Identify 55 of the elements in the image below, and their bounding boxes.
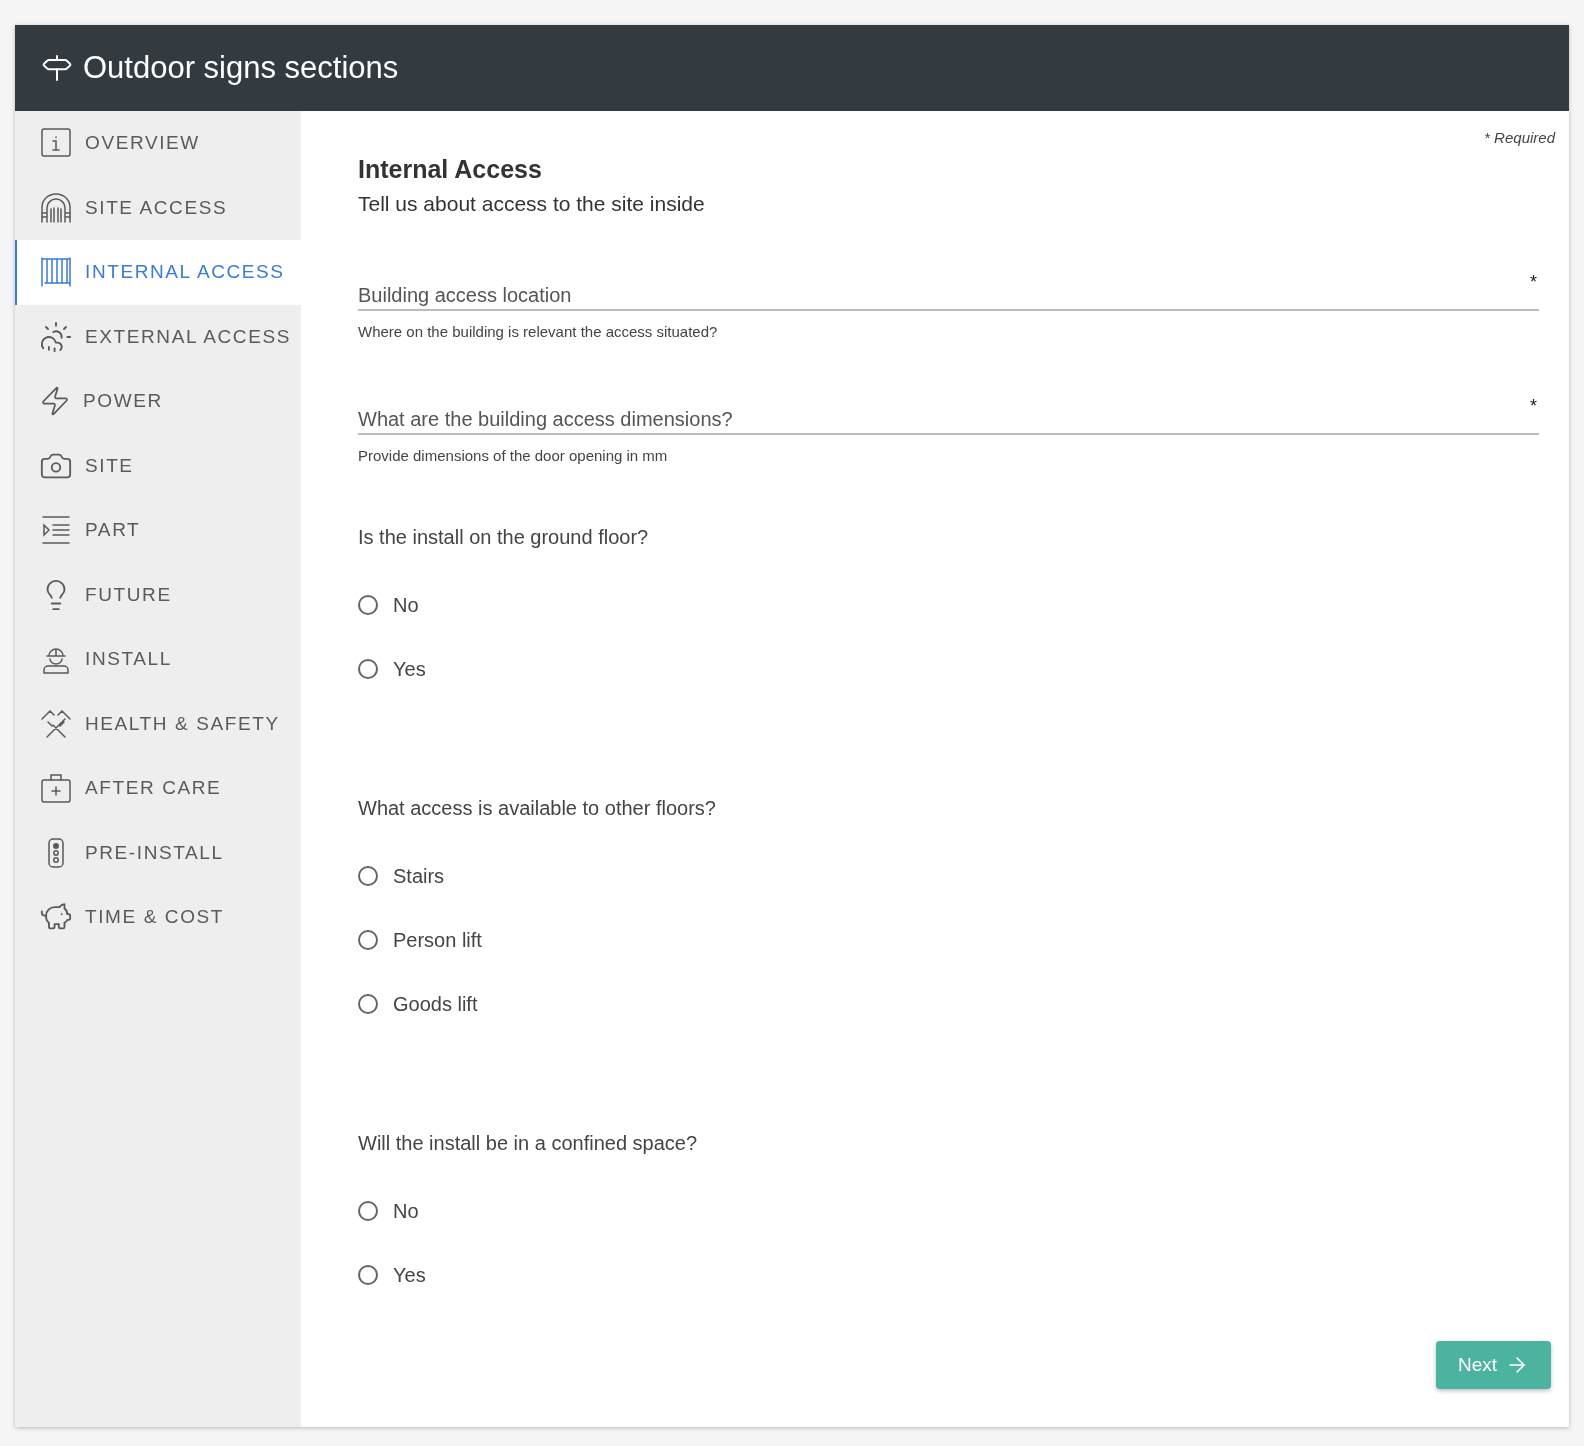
sidebar-item-label: INTERNAL ACCESS (85, 261, 285, 284)
radio-button[interactable] (358, 930, 378, 950)
sidebar-item[interactable]: OVERVIEW (15, 111, 301, 176)
question-label: Will the install be in a confined space? (358, 1132, 699, 1155)
sidebar-item-label: SITE ACCESS (85, 196, 228, 219)
header-title: Outdoor signs sections (83, 50, 399, 86)
sidebar-item-label: TIME & COST (85, 906, 224, 929)
sidebar-item[interactable]: TIME & COST (15, 885, 301, 950)
radio-label: Yes (393, 657, 426, 681)
field-hint: Provide dimensions of the door opening in mm (358, 447, 669, 464)
sidebar-item-label: OVERVIEW (85, 132, 200, 155)
sidebar-item[interactable]: EXTERNAL ACCESS (15, 304, 301, 369)
sidebar-item-label: FUTURE (85, 583, 172, 606)
radio-button[interactable] (358, 866, 378, 886)
sidebar-item[interactable]: SITE ACCESS (15, 175, 301, 240)
arch-icon (39, 190, 73, 225)
radio-button[interactable] (358, 659, 378, 679)
sidebar-item-label: HEALTH & SAFETY (85, 712, 280, 735)
section-title: Internal Access (358, 155, 543, 184)
sidebar-item[interactable]: PART (15, 498, 301, 563)
sidebar-item-label: PART (85, 519, 141, 542)
weather-icon (39, 319, 73, 354)
radio-label: Goods lift (393, 992, 478, 1016)
sidebar-item[interactable]: INSTALL (15, 627, 301, 692)
radiator-icon (39, 255, 73, 290)
radio-button[interactable] (358, 994, 378, 1014)
radio-button[interactable] (358, 1265, 378, 1285)
sidebar-item[interactable]: AFTER CARE (15, 756, 301, 821)
lightning-icon (39, 385, 71, 418)
radio-button[interactable] (358, 1201, 378, 1221)
signpost-icon (41, 52, 73, 84)
first-aid-kit-icon (39, 771, 73, 806)
sidebar-item-label: POWER (83, 390, 163, 413)
radio-label: Yes (393, 1263, 426, 1287)
sidebar-item-label: EXTERNAL ACCESS (85, 325, 291, 348)
sidebar-item[interactable]: FUTURE (15, 562, 301, 627)
radio-button[interactable] (358, 595, 378, 615)
sidebar-item-label: INSTALL (85, 648, 172, 671)
sidebar-item[interactable]: SITE (15, 433, 301, 498)
question-label: Is the install on the ground floor? (358, 526, 650, 549)
field-hint: Where on the building is relevant the access situated? (358, 323, 719, 340)
radio-label: Person lift (393, 928, 482, 952)
sidebar-item[interactable]: PRE-INSTALL (15, 820, 301, 885)
sidebar-item-label: AFTER CARE (85, 777, 222, 800)
sidebar-item[interactable]: POWER (15, 369, 301, 434)
radio-label: No (393, 593, 419, 617)
sidebar-item-label: SITE (85, 454, 134, 477)
sidebar-item[interactable]: INTERNAL ACCESS (15, 240, 301, 305)
section-subtitle: Tell us about access to the site inside (358, 192, 706, 216)
sidebar-item-label: PRE-INSTALL (85, 841, 224, 864)
radio-label: No (393, 1199, 419, 1223)
sidebar-item[interactable]: HEALTH & SAFETY (15, 691, 301, 756)
radio-label: Stairs (393, 864, 445, 888)
question-label: What access is available to other floors? (358, 797, 717, 820)
required-note: * Required (1484, 129, 1555, 146)
